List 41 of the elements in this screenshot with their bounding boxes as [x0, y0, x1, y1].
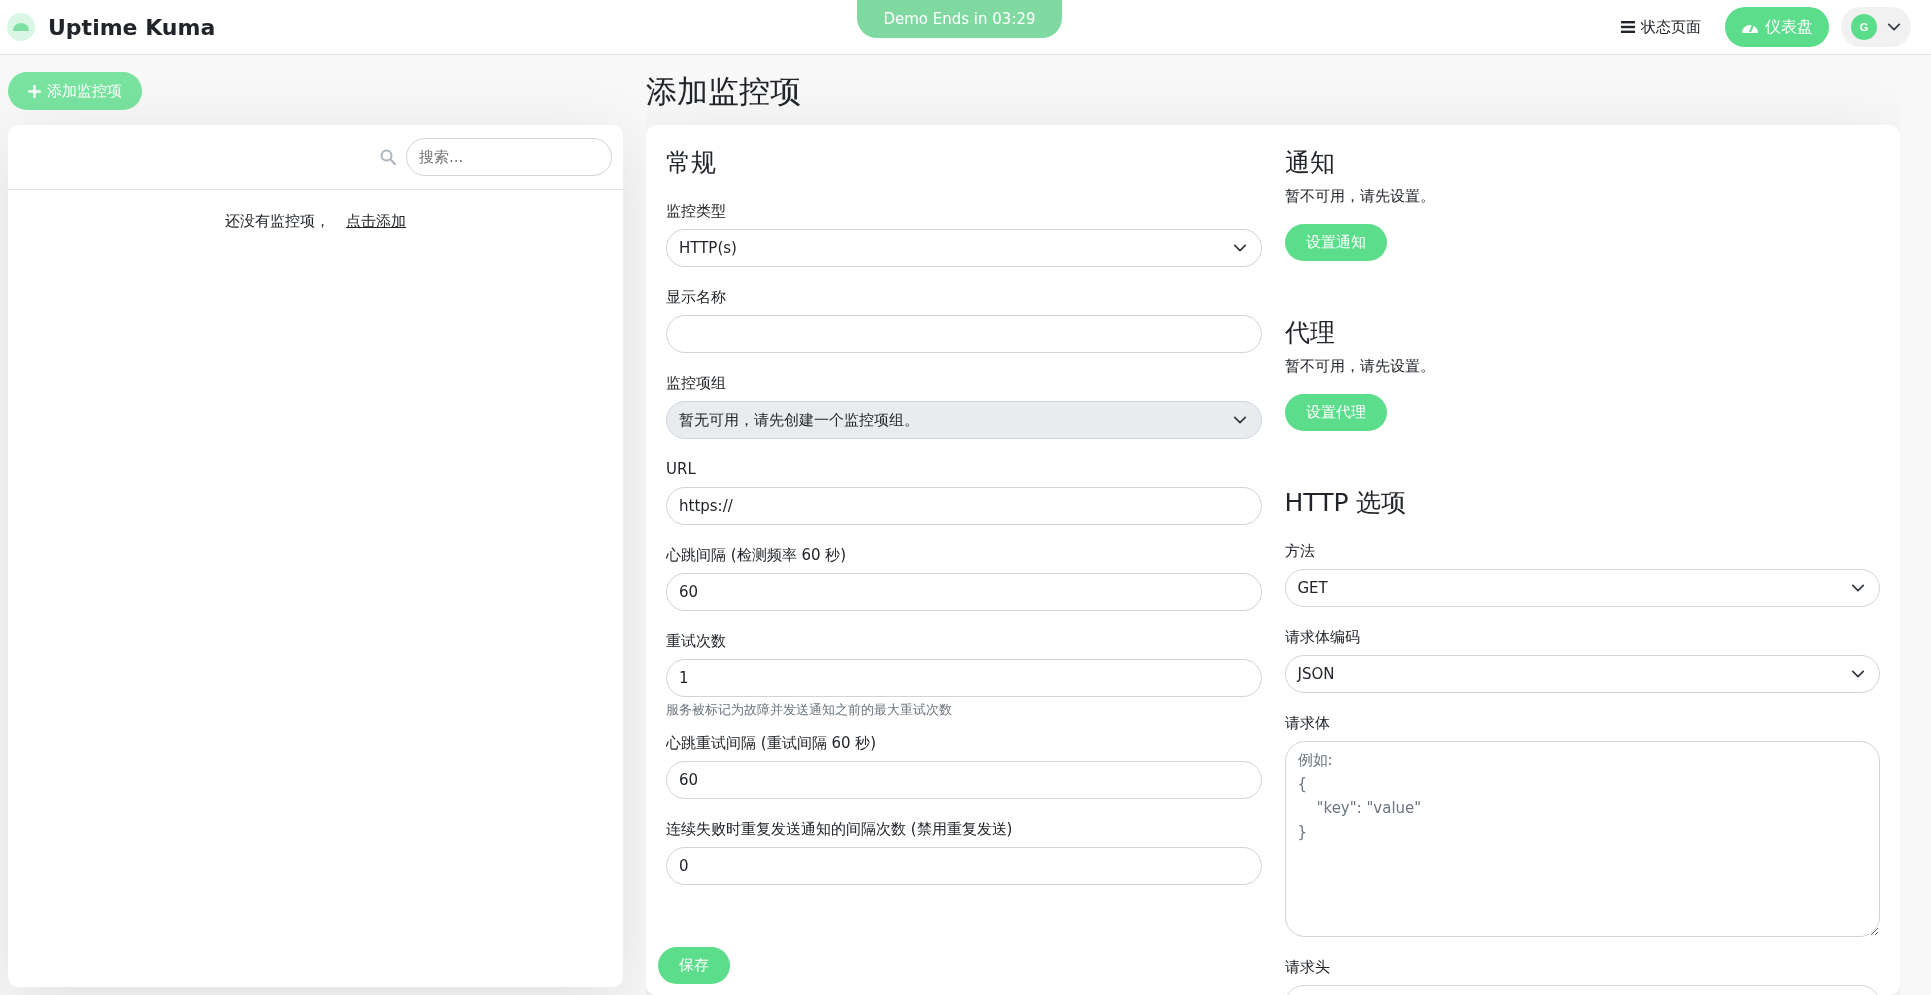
help-text: 服务被标记为故障并发送通知之前的最大重试次数	[666, 702, 953, 719]
info-text: 暂不可用，请先设置。	[1284, 357, 1435, 376]
field-label: 心跳重试间隔 (重试间隔 60 秒)	[666, 733, 878, 754]
add-link[interactable]: 点击添加	[346, 212, 406, 231]
demo-banner: Demo Ends in 03:29	[857, 0, 1062, 38]
field-label: 监控类型	[666, 201, 727, 222]
section-heading: 常规	[666, 147, 717, 179]
input-field[interactable]: 1	[666, 659, 1262, 697]
search-icon	[380, 149, 396, 165]
avatar: G	[1851, 14, 1877, 40]
input-field[interactable]: 60	[666, 573, 1262, 611]
field-label: 监控项组	[666, 373, 727, 394]
field-label: 请求体	[1284, 713, 1331, 734]
field-label: URL	[666, 459, 697, 480]
input-field[interactable]: https://	[666, 487, 1262, 525]
section-heading: 代理	[1284, 317, 1335, 349]
status-page-link[interactable]: 状态页面	[1621, 17, 1701, 37]
page-title: 添加监控项	[646, 72, 802, 111]
empty-message: 还没有监控项，	[225, 212, 330, 231]
section-heading: 通知	[1284, 147, 1335, 179]
field-label: 重试次数	[666, 631, 727, 652]
field-label: 显示名称	[666, 287, 727, 308]
app-name: Uptime Kuma	[48, 14, 216, 40]
select-field[interactable]: JSON	[1284, 655, 1880, 693]
select-field[interactable]: GET	[1284, 569, 1880, 607]
textarea-field[interactable]: 例如: { "key": "value" }	[1284, 741, 1880, 937]
field-label: 方法	[1284, 541, 1316, 562]
section-heading: HTTP 选项	[1284, 487, 1408, 519]
list-icon	[1621, 20, 1635, 34]
field-label: 请求头	[1284, 957, 1331, 978]
info-text: 暂不可用，请先设置。	[1284, 187, 1435, 206]
field-label: 连续失败时重复发送通知的间隔次数 (禁用重复发送)	[666, 819, 1014, 840]
field-label: 心跳间隔 (检测频率 60 秒)	[666, 545, 848, 566]
field-label: 请求体编码	[1284, 627, 1361, 648]
select-field[interactable]: HTTP(s)	[666, 229, 1262, 267]
input-field[interactable]	[666, 315, 1262, 353]
input-field[interactable]: 0	[666, 847, 1262, 885]
search-field[interactable]: 搜索...	[406, 138, 612, 176]
logo-icon	[6, 12, 36, 42]
input-field[interactable]: 60	[666, 761, 1262, 799]
plus-icon	[28, 84, 41, 98]
